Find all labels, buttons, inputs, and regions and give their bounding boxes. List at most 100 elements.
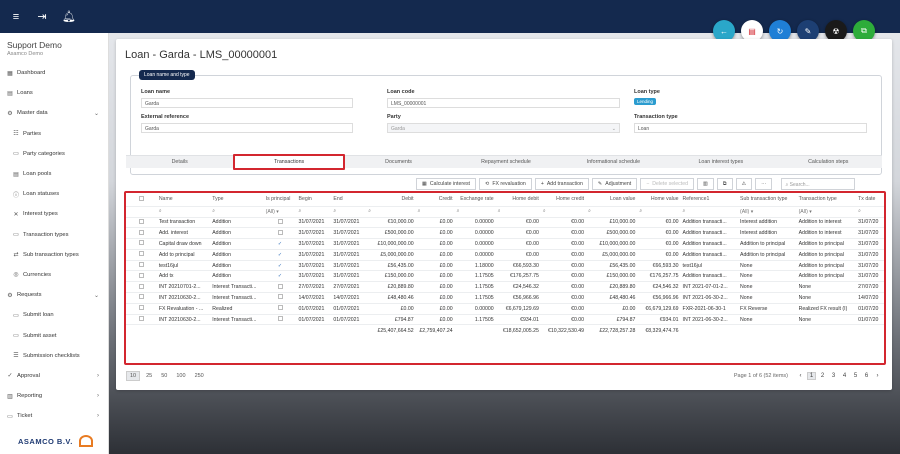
tab-transactions[interactable]: Transactions: [233, 154, 345, 170]
column-filter[interactable]: ⌕: [637, 206, 681, 218]
checkbox-icon[interactable]: [138, 240, 144, 246]
sidebar-item-loan-statuses[interactable]: ⓘ Loan statuses: [0, 184, 109, 204]
filter-all-select[interactable]: (All): [266, 209, 275, 215]
row-checkbox[interactable]: [126, 292, 157, 304]
external-reference-field[interactable]: Garda: [141, 123, 353, 133]
column-header[interactable]: Loan value: [586, 193, 638, 207]
sidebar-item-ticket[interactable]: ▭ Ticket ›: [0, 406, 109, 426]
column-header[interactable]: Tx date: [856, 193, 884, 207]
page-5[interactable]: 5: [851, 373, 860, 379]
bell-icon[interactable]: 🔔︎: [62, 10, 76, 23]
more-button[interactable]: ⋯: [755, 178, 773, 190]
checkbox-icon[interactable]: [138, 283, 144, 289]
row-checkbox[interactable]: [126, 281, 157, 294]
table-row[interactable]: Test transaction Addition 31/07/2021 31/07/…: [126, 217, 884, 229]
column-filter[interactable]: ⌕: [856, 206, 884, 218]
sidebar-item-submit-loan[interactable]: ▭ Submit loan: [0, 305, 109, 325]
loan-name-field[interactable]: Garda: [141, 98, 353, 108]
table-row[interactable]: Add. interest Addition 31/07/2021 31/07/202…: [126, 227, 884, 240]
page-3[interactable]: 3: [829, 373, 838, 379]
sidebar-item-submit-asset[interactable]: ▭ Submit asset: [0, 325, 109, 345]
table-row[interactable]: Add to principal Addition ✓ 31/07/2021 31/07…: [126, 249, 884, 261]
column-header[interactable]: Is principal: [263, 193, 297, 207]
filter-all-select[interactable]: (All): [740, 209, 749, 215]
page-size-10[interactable]: 10: [126, 371, 141, 381]
checkbox-icon[interactable]: [138, 262, 144, 268]
tab-details[interactable]: Details: [126, 156, 233, 168]
column-filter[interactable]: ⌕: [296, 206, 332, 218]
grid-search-input[interactable]: ⌕ Search...: [781, 178, 856, 190]
tab-informational-schedule[interactable]: Informational schedule: [560, 156, 667, 168]
page-4[interactable]: 4: [840, 373, 849, 379]
tab-repayment-schedule[interactable]: Repayment schedule: [452, 156, 559, 168]
column-filter[interactable]: ⌕: [586, 206, 638, 218]
column-header[interactable]: Exchange rate: [454, 193, 496, 207]
column-filter[interactable]: ⌕: [366, 206, 416, 218]
sidebar-item-dashboard[interactable]: ▦ Dashboard: [0, 63, 109, 83]
checkbox-icon[interactable]: [138, 272, 144, 278]
sidebar-item-parties[interactable]: ☷ Parties: [0, 124, 109, 144]
add-transaction-button[interactable]: + Add transaction: [534, 178, 589, 190]
table-row[interactable]: Capital draw down Addition ✓ 31/07/2021 31/0…: [126, 238, 884, 250]
sidebar-item-sub-transaction-types[interactable]: ⇄ Sub transaction types: [0, 245, 109, 265]
column-filter[interactable]: ⌕: [540, 206, 587, 218]
sidebar-item-transaction-types[interactable]: ▭ Transaction types: [0, 225, 109, 245]
column-header[interactable]: Home credit: [540, 193, 587, 207]
column-filter[interactable]: ⌕: [454, 206, 496, 218]
page-2[interactable]: 2: [818, 373, 827, 379]
column-chooser-button[interactable]: ▥: [697, 178, 714, 190]
checkbox-icon[interactable]: [138, 305, 144, 311]
row-checkbox[interactable]: [126, 314, 157, 326]
sidebar-item-master-data[interactable]: ⚙ Master data ⌄: [0, 103, 109, 123]
sidebar-item-reporting[interactable]: ▥ Reporting ›: [0, 386, 109, 406]
checkbox-icon[interactable]: [138, 316, 144, 322]
filter-all-select[interactable]: (All): [799, 209, 808, 215]
sidebar-item-loans[interactable]: ▤ Loans: [0, 83, 109, 103]
column-header[interactable]: End: [331, 193, 367, 207]
page-size-50[interactable]: 50: [158, 372, 170, 380]
fx-revaluation-button[interactable]: ⟲ FX revaluation: [479, 178, 532, 190]
column-filter[interactable]: (All) ▾: [263, 206, 297, 218]
table-row[interactable]: FX Revaluation - ... Realized 01/07/2021 01…: [126, 303, 884, 315]
sidebar-item-requests[interactable]: ⚙ Requests ⌄: [0, 285, 109, 305]
next-page-icon[interactable]: ›: [873, 373, 882, 379]
checkbox-icon[interactable]: [138, 294, 144, 300]
menu-icon[interactable]: ≡: [10, 11, 22, 23]
delete-selected-button[interactable]: − Delete selected: [640, 178, 694, 190]
page-size-250[interactable]: 250: [192, 372, 207, 380]
column-filter[interactable]: ⌕: [680, 206, 739, 218]
column-filter[interactable]: [126, 206, 157, 218]
transaction-type-field[interactable]: Loan: [634, 123, 867, 133]
table-row[interactable]: INT 20210630-2... Interest Transacti... 14…: [126, 292, 884, 304]
row-checkbox[interactable]: [126, 270, 157, 283]
warning-button[interactable]: ⚠: [735, 178, 753, 190]
table-row[interactable]: test16jul Addition ✓ 31/07/2021 31/07/2021 £5…: [126, 260, 884, 272]
tab-documents[interactable]: Documents: [345, 156, 452, 168]
column-header[interactable]: Begin: [296, 193, 332, 207]
export-button[interactable]: ⧉: [716, 178, 733, 190]
sidebar-item-party-categories[interactable]: ▭ Party categories: [0, 144, 109, 164]
column-header[interactable]: Name: [156, 193, 211, 207]
party-select[interactable]: Garda ⌄: [387, 123, 620, 133]
column-header[interactable]: Transaction type: [796, 193, 857, 207]
sidebar-item-interest-types[interactable]: ✕ Interest types: [0, 204, 109, 224]
column-header[interactable]: Debit: [366, 193, 416, 207]
row-checkbox[interactable]: [126, 249, 157, 261]
column-header[interactable]: Credit: [415, 193, 455, 207]
prev-page-icon[interactable]: ‹: [796, 373, 805, 379]
page-1[interactable]: 1: [807, 372, 816, 380]
page-size-100[interactable]: 100: [173, 372, 188, 380]
column-header[interactable]: Sub transaction type: [738, 193, 797, 207]
table-row[interactable]: Add tx Addition ✓ 31/07/2021 31/07/2021 £150,…: [126, 270, 884, 283]
checkbox-icon[interactable]: [138, 251, 144, 257]
row-checkbox[interactable]: [126, 260, 157, 272]
checkbox-icon[interactable]: [138, 195, 144, 201]
table-row[interactable]: INT 20210630-2... Interest Transacti... 01…: [126, 314, 884, 326]
tab-loan-interest-types[interactable]: Loan interest types: [667, 156, 774, 168]
page-size-25[interactable]: 25: [143, 372, 155, 380]
adjustment-button[interactable]: ✎ Adjustment: [591, 178, 638, 190]
column-filter[interactable]: ⌕: [331, 206, 367, 218]
row-checkbox[interactable]: [126, 238, 157, 250]
page-6[interactable]: 6: [862, 373, 871, 379]
column-header[interactable]: Reference1: [680, 193, 739, 207]
